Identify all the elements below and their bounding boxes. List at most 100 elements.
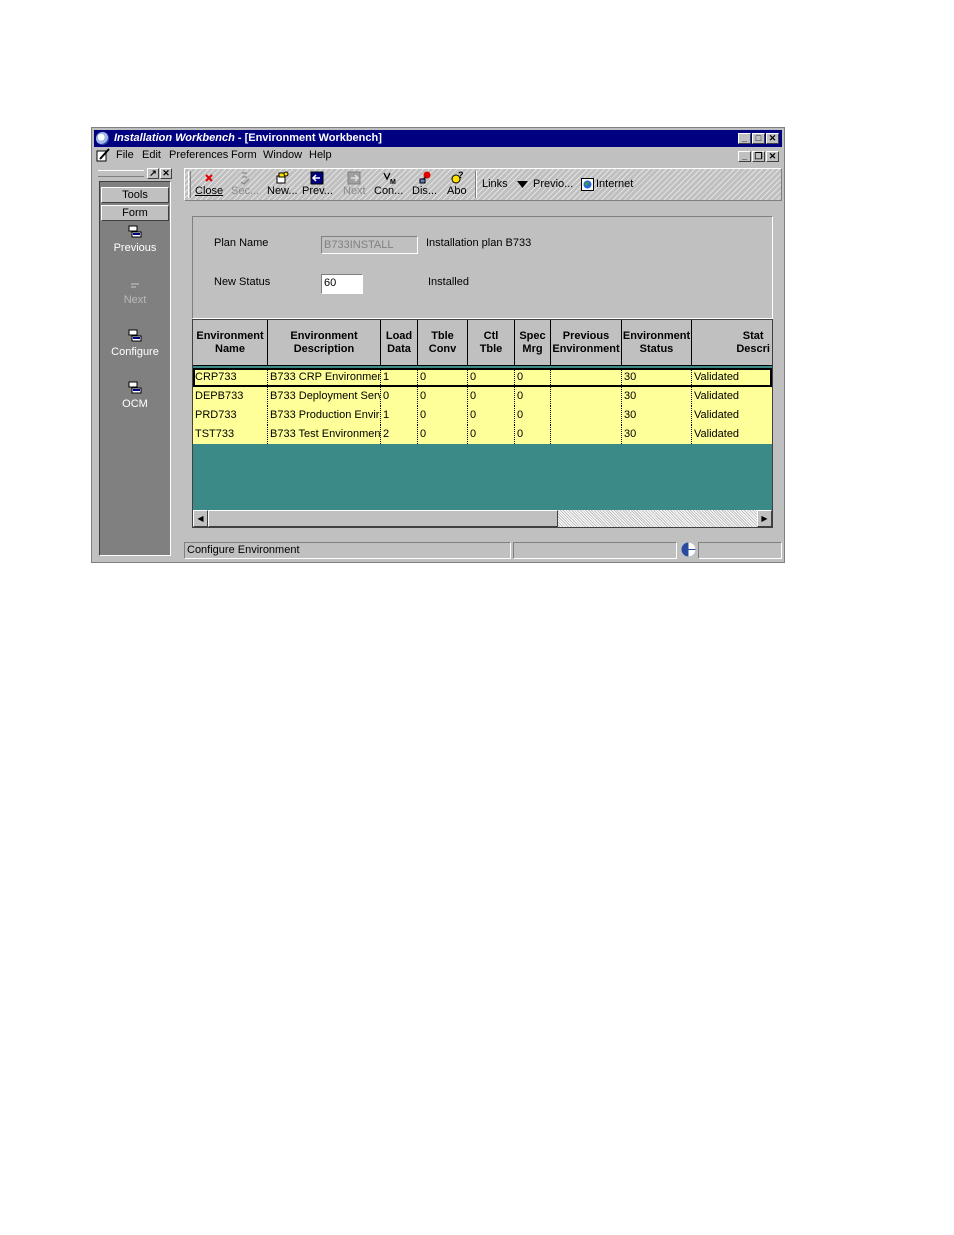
new-button-label: New... (267, 185, 298, 197)
cell-status-description: Validated (694, 371, 740, 383)
scroll-left-icon[interactable]: ◀ (193, 510, 208, 527)
new-status-description: Installed (428, 276, 469, 288)
new-document-icon (276, 171, 289, 184)
new-status-label: New Status (214, 276, 271, 288)
cell-control-table: 0 (468, 406, 515, 425)
sidebar-item-label: Configure (111, 346, 159, 358)
form-link-icon (128, 329, 142, 342)
cell-table-conversion: 0 (418, 387, 468, 406)
table-row[interactable]: DEPB733 B733 Deployment Server 0 0 0 0 3… (193, 387, 772, 406)
table-row[interactable]: CRP733 B733 CRP Environment 1 0 0 0 30 V… (193, 368, 772, 387)
previous-link[interactable]: Previo... (533, 178, 573, 190)
about-button[interactable]: ? Abo (447, 171, 467, 197)
display-node-icon (419, 171, 431, 184)
previous-button[interactable]: Prev... (302, 171, 333, 197)
cell-environment-name: TST733 (193, 425, 268, 444)
next-arrow-icon (347, 171, 361, 185)
new-status-field[interactable]: 60 (321, 274, 363, 294)
sidebar-close-icon[interactable]: ✕ (160, 168, 172, 179)
next-button[interactable]: Next (343, 171, 366, 197)
menu-help[interactable]: Help (309, 149, 332, 161)
scroll-track[interactable] (558, 510, 757, 527)
sidebar-item-label: OCM (122, 398, 148, 410)
column-header-environment-name[interactable]: Environment Name (193, 320, 268, 366)
column-header-previous-environment[interactable]: Previous Environment (551, 320, 622, 366)
sidebar-item-ocm[interactable]: OCM (100, 381, 170, 410)
form-link-icon (128, 381, 142, 394)
cell-table-conversion: 0 (418, 406, 468, 425)
child-restore-icon[interactable]: ❐ (752, 151, 765, 162)
exit-bar: ↗ ✕ Tools Form Previous Next Configure O… (98, 168, 172, 556)
cell-environment-description: B733 Production Environment (268, 406, 381, 425)
column-header-control-table[interactable]: Ctl Tble (468, 320, 515, 366)
toolbar-grip[interactable] (188, 171, 191, 198)
column-header-environment-description[interactable]: Environment Description (268, 320, 381, 366)
display-button-label: Dis... (412, 185, 438, 197)
title-bar[interactable]: Installation Workbench - [Environment Wo… (94, 130, 782, 147)
sidebar-item-label: Previous (113, 242, 157, 254)
configure-button[interactable]: M Con... (374, 171, 403, 197)
cell-environment-status: 30 (622, 425, 692, 444)
links-label: Links (482, 178, 508, 190)
cell-previous-environment (551, 425, 622, 444)
sidebar-item-configure[interactable]: Configure (100, 329, 170, 358)
status-pane-2 (513, 542, 677, 559)
cell-environment-description: B733 Test Environment (268, 425, 381, 444)
sidebar-pin-icon[interactable]: ↗ (147, 168, 159, 179)
cell-spec-merge: 0 (515, 406, 551, 425)
column-header-spec-merge[interactable]: Spec Mrg (515, 320, 551, 366)
column-header-load-data[interactable]: Load Data (381, 320, 418, 366)
select-button[interactable]: Sec... (231, 171, 259, 197)
child-close-icon[interactable]: ✕ (766, 151, 779, 162)
dropdown-arrow-icon[interactable] (517, 181, 528, 189)
new-button[interactable]: New... (267, 171, 298, 197)
cell-status-description: Validated (694, 409, 740, 421)
window-title: Installation Workbench - [Environment Wo… (114, 132, 382, 144)
scroll-thumb[interactable] (208, 510, 558, 527)
maximize-icon[interactable]: □ (752, 133, 765, 144)
app-globe-icon (96, 132, 109, 145)
cell-control-table: 0 (468, 368, 515, 387)
internet-globe-icon[interactable] (581, 178, 594, 191)
column-header-environment-status[interactable]: Environment Status (622, 320, 692, 366)
document-pen-icon[interactable] (96, 148, 110, 162)
toolbar-separator (475, 171, 477, 198)
tools-button[interactable]: Tools (101, 187, 169, 203)
status-pane-4 (698, 542, 782, 559)
sidebar-item-previous[interactable]: Previous (100, 225, 170, 254)
horizontal-scrollbar[interactable]: ◀ ▶ (193, 510, 772, 527)
cell-previous-environment (551, 368, 622, 387)
cell-status-description: Validated (694, 390, 740, 402)
cell-environment-name: CRP733 (193, 368, 268, 387)
menu-form[interactable]: Form (231, 149, 257, 161)
cell-environment-status: 30 (622, 387, 692, 406)
column-header-table-conversion[interactable]: Tble Conv (418, 320, 468, 366)
grip-handle[interactable] (98, 170, 144, 177)
close-button[interactable]: Close (195, 171, 223, 197)
status-bar: Configure Environment (184, 541, 782, 560)
internet-link[interactable]: Internet (596, 178, 633, 190)
scroll-right-icon[interactable]: ▶ (757, 510, 772, 527)
form-button[interactable]: Form (101, 205, 169, 221)
column-header-status-description[interactable]: Stat Descri (692, 320, 772, 366)
application-window: Installation Workbench - [Environment Wo… (91, 127, 785, 563)
cell-load-data: 1 (381, 406, 418, 425)
menu-file[interactable]: File (116, 149, 134, 161)
about-question-icon: ? (451, 171, 463, 184)
minimize-icon[interactable]: _ (738, 133, 751, 144)
close-icon[interactable]: ✕ (766, 133, 779, 144)
sidebar-item-label: Next (123, 294, 147, 306)
sidebar-item-next[interactable]: Next (100, 277, 170, 306)
about-button-label: Abo (447, 185, 467, 197)
cell-previous-environment (551, 387, 622, 406)
form-link-icon (131, 283, 139, 288)
display-button[interactable]: Dis... (412, 171, 437, 197)
table-row[interactable]: TST733 B733 Test Environment 2 0 0 0 30 … (193, 425, 772, 444)
child-minimize-icon[interactable]: _ (738, 151, 751, 162)
cell-previous-environment (551, 406, 622, 425)
cell-load-data: 1 (381, 368, 418, 387)
table-row[interactable]: PRD733 B733 Production Environment 1 0 0… (193, 406, 772, 425)
menu-window[interactable]: Window (263, 149, 302, 161)
menu-edit[interactable]: Edit (142, 149, 161, 161)
menu-preferences[interactable]: Preferences (169, 149, 228, 161)
